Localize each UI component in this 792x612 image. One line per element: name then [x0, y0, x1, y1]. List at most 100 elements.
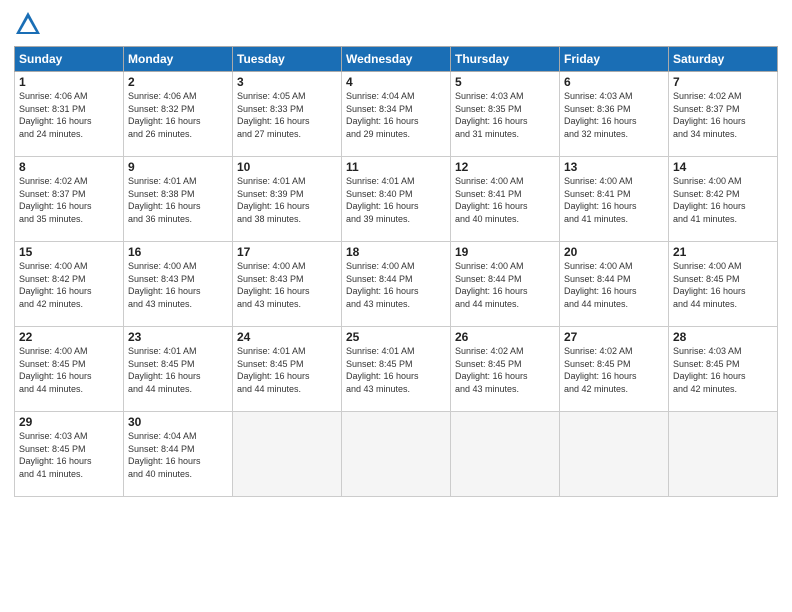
calendar-cell: 17Sunrise: 4:00 AM Sunset: 8:43 PM Dayli… [233, 242, 342, 327]
day-number: 21 [673, 245, 773, 259]
calendar-cell: 25Sunrise: 4:01 AM Sunset: 8:45 PM Dayli… [342, 327, 451, 412]
cell-sun-info: Sunrise: 4:00 AM Sunset: 8:43 PM Dayligh… [128, 260, 228, 310]
calendar-header-row: SundayMondayTuesdayWednesdayThursdayFrid… [15, 47, 778, 72]
calendar-cell: 5Sunrise: 4:03 AM Sunset: 8:35 PM Daylig… [451, 72, 560, 157]
calendar-cell: 3Sunrise: 4:05 AM Sunset: 8:33 PM Daylig… [233, 72, 342, 157]
calendar-cell [669, 412, 778, 497]
day-number: 7 [673, 75, 773, 89]
day-number: 5 [455, 75, 555, 89]
day-header-wednesday: Wednesday [342, 47, 451, 72]
day-header-monday: Monday [124, 47, 233, 72]
day-header-thursday: Thursday [451, 47, 560, 72]
day-number: 22 [19, 330, 119, 344]
day-number: 26 [455, 330, 555, 344]
day-number: 11 [346, 160, 446, 174]
cell-sun-info: Sunrise: 4:02 AM Sunset: 8:45 PM Dayligh… [564, 345, 664, 395]
day-number: 18 [346, 245, 446, 259]
cell-sun-info: Sunrise: 4:05 AM Sunset: 8:33 PM Dayligh… [237, 90, 337, 140]
cell-sun-info: Sunrise: 4:01 AM Sunset: 8:45 PM Dayligh… [237, 345, 337, 395]
logo [14, 10, 46, 38]
cell-sun-info: Sunrise: 4:03 AM Sunset: 8:35 PM Dayligh… [455, 90, 555, 140]
cell-sun-info: Sunrise: 4:00 AM Sunset: 8:41 PM Dayligh… [455, 175, 555, 225]
day-number: 10 [237, 160, 337, 174]
calendar-cell: 10Sunrise: 4:01 AM Sunset: 8:39 PM Dayli… [233, 157, 342, 242]
day-number: 16 [128, 245, 228, 259]
calendar-cell [233, 412, 342, 497]
calendar-week-3: 15Sunrise: 4:00 AM Sunset: 8:42 PM Dayli… [15, 242, 778, 327]
logo-icon [14, 10, 42, 38]
calendar-cell: 23Sunrise: 4:01 AM Sunset: 8:45 PM Dayli… [124, 327, 233, 412]
calendar-cell: 11Sunrise: 4:01 AM Sunset: 8:40 PM Dayli… [342, 157, 451, 242]
calendar-cell: 27Sunrise: 4:02 AM Sunset: 8:45 PM Dayli… [560, 327, 669, 412]
calendar-cell: 18Sunrise: 4:00 AM Sunset: 8:44 PM Dayli… [342, 242, 451, 327]
calendar-cell: 6Sunrise: 4:03 AM Sunset: 8:36 PM Daylig… [560, 72, 669, 157]
cell-sun-info: Sunrise: 4:06 AM Sunset: 8:31 PM Dayligh… [19, 90, 119, 140]
day-number: 19 [455, 245, 555, 259]
calendar-week-1: 1Sunrise: 4:06 AM Sunset: 8:31 PM Daylig… [15, 72, 778, 157]
cell-sun-info: Sunrise: 4:03 AM Sunset: 8:36 PM Dayligh… [564, 90, 664, 140]
calendar-cell [560, 412, 669, 497]
cell-sun-info: Sunrise: 4:02 AM Sunset: 8:37 PM Dayligh… [673, 90, 773, 140]
day-number: 1 [19, 75, 119, 89]
cell-sun-info: Sunrise: 4:01 AM Sunset: 8:45 PM Dayligh… [128, 345, 228, 395]
day-number: 27 [564, 330, 664, 344]
cell-sun-info: Sunrise: 4:01 AM Sunset: 8:39 PM Dayligh… [237, 175, 337, 225]
calendar-cell: 16Sunrise: 4:00 AM Sunset: 8:43 PM Dayli… [124, 242, 233, 327]
day-number: 4 [346, 75, 446, 89]
day-number: 17 [237, 245, 337, 259]
calendar-cell: 9Sunrise: 4:01 AM Sunset: 8:38 PM Daylig… [124, 157, 233, 242]
calendar-cell: 8Sunrise: 4:02 AM Sunset: 8:37 PM Daylig… [15, 157, 124, 242]
cell-sun-info: Sunrise: 4:02 AM Sunset: 8:37 PM Dayligh… [19, 175, 119, 225]
cell-sun-info: Sunrise: 4:00 AM Sunset: 8:44 PM Dayligh… [564, 260, 664, 310]
calendar-week-4: 22Sunrise: 4:00 AM Sunset: 8:45 PM Dayli… [15, 327, 778, 412]
cell-sun-info: Sunrise: 4:00 AM Sunset: 8:45 PM Dayligh… [673, 260, 773, 310]
calendar-cell: 7Sunrise: 4:02 AM Sunset: 8:37 PM Daylig… [669, 72, 778, 157]
day-number: 8 [19, 160, 119, 174]
header [14, 10, 778, 38]
day-number: 13 [564, 160, 664, 174]
calendar-cell: 19Sunrise: 4:00 AM Sunset: 8:44 PM Dayli… [451, 242, 560, 327]
calendar-week-2: 8Sunrise: 4:02 AM Sunset: 8:37 PM Daylig… [15, 157, 778, 242]
day-number: 3 [237, 75, 337, 89]
cell-sun-info: Sunrise: 4:03 AM Sunset: 8:45 PM Dayligh… [673, 345, 773, 395]
day-number: 20 [564, 245, 664, 259]
calendar-cell: 4Sunrise: 4:04 AM Sunset: 8:34 PM Daylig… [342, 72, 451, 157]
calendar-week-5: 29Sunrise: 4:03 AM Sunset: 8:45 PM Dayli… [15, 412, 778, 497]
day-number: 24 [237, 330, 337, 344]
page: SundayMondayTuesdayWednesdayThursdayFrid… [0, 0, 792, 612]
cell-sun-info: Sunrise: 4:00 AM Sunset: 8:45 PM Dayligh… [19, 345, 119, 395]
calendar-cell: 22Sunrise: 4:00 AM Sunset: 8:45 PM Dayli… [15, 327, 124, 412]
cell-sun-info: Sunrise: 4:00 AM Sunset: 8:41 PM Dayligh… [564, 175, 664, 225]
cell-sun-info: Sunrise: 4:00 AM Sunset: 8:42 PM Dayligh… [673, 175, 773, 225]
cell-sun-info: Sunrise: 4:00 AM Sunset: 8:44 PM Dayligh… [455, 260, 555, 310]
calendar: SundayMondayTuesdayWednesdayThursdayFrid… [14, 46, 778, 497]
day-number: 14 [673, 160, 773, 174]
calendar-cell: 14Sunrise: 4:00 AM Sunset: 8:42 PM Dayli… [669, 157, 778, 242]
cell-sun-info: Sunrise: 4:04 AM Sunset: 8:34 PM Dayligh… [346, 90, 446, 140]
cell-sun-info: Sunrise: 4:00 AM Sunset: 8:43 PM Dayligh… [237, 260, 337, 310]
calendar-cell: 30Sunrise: 4:04 AM Sunset: 8:44 PM Dayli… [124, 412, 233, 497]
calendar-cell: 28Sunrise: 4:03 AM Sunset: 8:45 PM Dayli… [669, 327, 778, 412]
day-header-sunday: Sunday [15, 47, 124, 72]
calendar-cell: 26Sunrise: 4:02 AM Sunset: 8:45 PM Dayli… [451, 327, 560, 412]
cell-sun-info: Sunrise: 4:02 AM Sunset: 8:45 PM Dayligh… [455, 345, 555, 395]
calendar-cell: 2Sunrise: 4:06 AM Sunset: 8:32 PM Daylig… [124, 72, 233, 157]
calendar-cell: 15Sunrise: 4:00 AM Sunset: 8:42 PM Dayli… [15, 242, 124, 327]
day-number: 9 [128, 160, 228, 174]
day-header-friday: Friday [560, 47, 669, 72]
calendar-cell: 12Sunrise: 4:00 AM Sunset: 8:41 PM Dayli… [451, 157, 560, 242]
cell-sun-info: Sunrise: 4:01 AM Sunset: 8:40 PM Dayligh… [346, 175, 446, 225]
cell-sun-info: Sunrise: 4:04 AM Sunset: 8:44 PM Dayligh… [128, 430, 228, 480]
day-header-tuesday: Tuesday [233, 47, 342, 72]
day-number: 28 [673, 330, 773, 344]
day-number: 15 [19, 245, 119, 259]
calendar-cell: 29Sunrise: 4:03 AM Sunset: 8:45 PM Dayli… [15, 412, 124, 497]
day-number: 25 [346, 330, 446, 344]
day-number: 29 [19, 415, 119, 429]
cell-sun-info: Sunrise: 4:03 AM Sunset: 8:45 PM Dayligh… [19, 430, 119, 480]
day-number: 6 [564, 75, 664, 89]
cell-sun-info: Sunrise: 4:06 AM Sunset: 8:32 PM Dayligh… [128, 90, 228, 140]
calendar-cell: 20Sunrise: 4:00 AM Sunset: 8:44 PM Dayli… [560, 242, 669, 327]
calendar-cell: 24Sunrise: 4:01 AM Sunset: 8:45 PM Dayli… [233, 327, 342, 412]
day-number: 2 [128, 75, 228, 89]
